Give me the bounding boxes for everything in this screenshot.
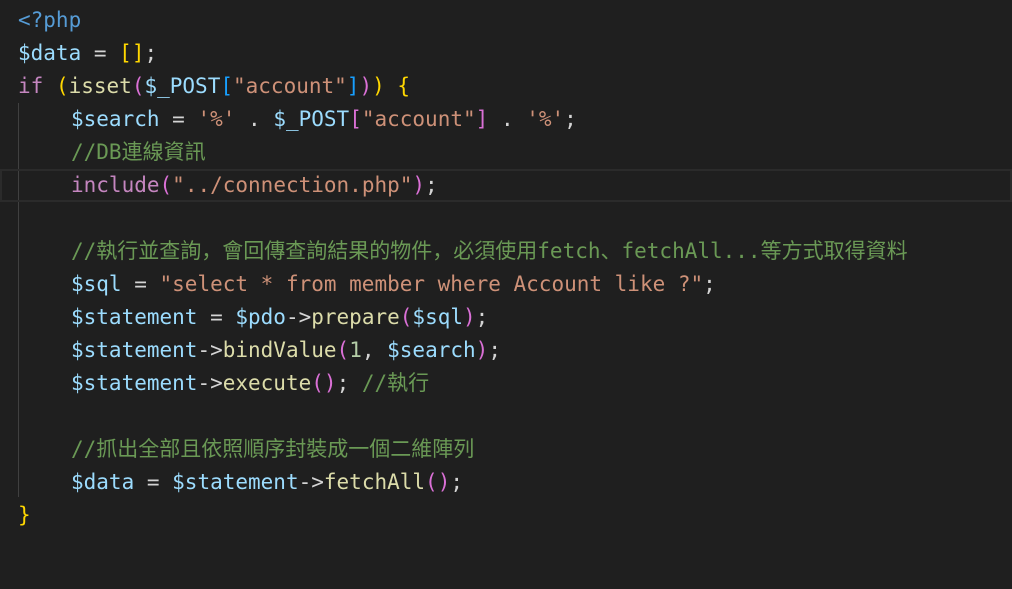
code-token: $statement bbox=[71, 371, 198, 395]
code-token: ) bbox=[475, 338, 489, 362]
code-token: "account" bbox=[233, 74, 347, 98]
code-token: "account" bbox=[361, 107, 476, 131]
code-token: "select * from member where Account like… bbox=[159, 272, 704, 296]
code-token: ; bbox=[488, 338, 501, 362]
code-token: ( bbox=[131, 74, 145, 98]
code-token: //抓出全部且依照順序封裝成一個二維陣列 bbox=[71, 437, 475, 461]
code-line[interactable]: $data = []; bbox=[18, 37, 1012, 70]
code-token: [ bbox=[220, 74, 233, 98]
code-token: ) bbox=[412, 173, 426, 197]
code-token: $statement bbox=[71, 338, 198, 362]
code-token: { bbox=[397, 74, 411, 98]
code-line[interactable]: $search = '%' . $_POST["account"] . '%'; bbox=[18, 103, 1012, 136]
code-token: <?php bbox=[18, 8, 82, 32]
code-token: ; bbox=[336, 371, 362, 395]
code-token: ( bbox=[55, 74, 69, 98]
code-token: '%' bbox=[197, 107, 236, 131]
code-line[interactable]: $sql = "select * from member where Accou… bbox=[18, 268, 1012, 301]
code-token: $data bbox=[18, 41, 82, 65]
code-line[interactable]: //DB連線資訊 bbox=[18, 136, 1012, 169]
code-token: ] bbox=[475, 107, 489, 131]
code-token: . bbox=[235, 107, 274, 131]
code-line[interactable]: //抓出全部且依照順序封裝成一個二維陣列 bbox=[18, 433, 1012, 466]
code-line[interactable]: $statement->execute(); //執行 bbox=[18, 367, 1012, 400]
code-line[interactable]: if (isset($_POST["account"])) { bbox=[18, 70, 1012, 103]
code-token: bindValue bbox=[222, 338, 337, 362]
code-line[interactable]: include("../connection.php"); bbox=[0, 169, 1012, 202]
code-token: ; bbox=[475, 305, 489, 329]
code-token: ( bbox=[311, 371, 324, 395]
code-token: $search bbox=[71, 107, 160, 131]
code-token: $data bbox=[71, 470, 135, 494]
code-token: $statement bbox=[71, 305, 198, 329]
code-token: -> bbox=[285, 305, 312, 329]
code-token: fetchAll bbox=[323, 470, 426, 494]
code-token: -> bbox=[298, 470, 324, 494]
code-token: "../connection.php" bbox=[172, 173, 413, 197]
code-token: ( bbox=[159, 173, 173, 197]
code-token: ( bbox=[425, 470, 438, 494]
code-line[interactable] bbox=[18, 400, 1012, 433]
code-line[interactable]: } bbox=[18, 499, 1012, 532]
code-token: include bbox=[71, 173, 160, 197]
code-token: } bbox=[18, 503, 31, 527]
code-token: isset bbox=[68, 74, 132, 98]
code-token: ; bbox=[450, 470, 464, 494]
code-token: if bbox=[18, 74, 44, 98]
code-line[interactable]: //執行並查詢，會回傳查詢結果的物件，必須使用fetch、fetchAll...… bbox=[18, 235, 1012, 268]
code-token: 1 bbox=[349, 338, 362, 362]
code-token: ) bbox=[359, 74, 373, 98]
code-line[interactable]: $data = $statement->fetchAll(); bbox=[18, 466, 1012, 499]
code-token: ) bbox=[437, 470, 451, 494]
code-token: [ bbox=[119, 41, 132, 65]
code-line[interactable] bbox=[18, 202, 1012, 235]
code-line[interactable]: $statement = $pdo->prepare($sql); bbox=[18, 301, 1012, 334]
code-token: $pdo bbox=[235, 305, 286, 329]
code-token: ( bbox=[336, 338, 350, 362]
code-token: //執行並查詢，會回傳查詢結果的物件，必須使用fetch、fetchAll...… bbox=[71, 239, 908, 263]
code-editor[interactable]: <?php $data = []; if (isset($_POST["accoun… bbox=[0, 0, 1012, 589]
code-token: $_POST bbox=[273, 107, 350, 131]
code-token: prepare bbox=[311, 305, 400, 329]
code-token: = bbox=[134, 470, 173, 494]
code-token: ] bbox=[131, 41, 145, 65]
code-token: -> bbox=[197, 371, 223, 395]
code-token: $statement bbox=[172, 470, 299, 494]
code-line[interactable]: $statement->bindValue(1, $search); bbox=[18, 334, 1012, 367]
code-token: $search bbox=[387, 338, 476, 362]
code-token: = bbox=[197, 305, 236, 329]
code-token: ; bbox=[564, 107, 577, 131]
code-token: = bbox=[81, 41, 120, 65]
code-token: ; bbox=[703, 272, 716, 296]
code-token: //執行 bbox=[361, 371, 430, 395]
code-token: '%' bbox=[526, 107, 565, 131]
code-token: -> bbox=[197, 338, 223, 362]
code-area[interactable]: <?php $data = []; if (isset($_POST["accoun… bbox=[18, 4, 1012, 532]
code-token: //DB連線資訊 bbox=[71, 140, 206, 164]
code-token: ( bbox=[399, 305, 413, 329]
code-token: = bbox=[121, 272, 160, 296]
code-token: ; bbox=[144, 41, 158, 65]
code-token: $sql bbox=[71, 272, 122, 296]
code-token: ) bbox=[463, 305, 476, 329]
code-token: = bbox=[159, 107, 198, 131]
code-token: ) bbox=[323, 371, 337, 395]
code-line[interactable]: <?php bbox=[18, 4, 1012, 37]
code-token: , bbox=[361, 338, 388, 362]
code-token: . bbox=[488, 107, 527, 131]
code-token: execute bbox=[222, 371, 312, 395]
code-token: ] bbox=[346, 74, 360, 98]
code-token: ) bbox=[372, 74, 385, 98]
code-token: ; bbox=[425, 173, 438, 197]
code-token: $sql bbox=[412, 305, 463, 329]
code-token: $_POST bbox=[144, 74, 221, 98]
code-token: [ bbox=[349, 107, 362, 131]
